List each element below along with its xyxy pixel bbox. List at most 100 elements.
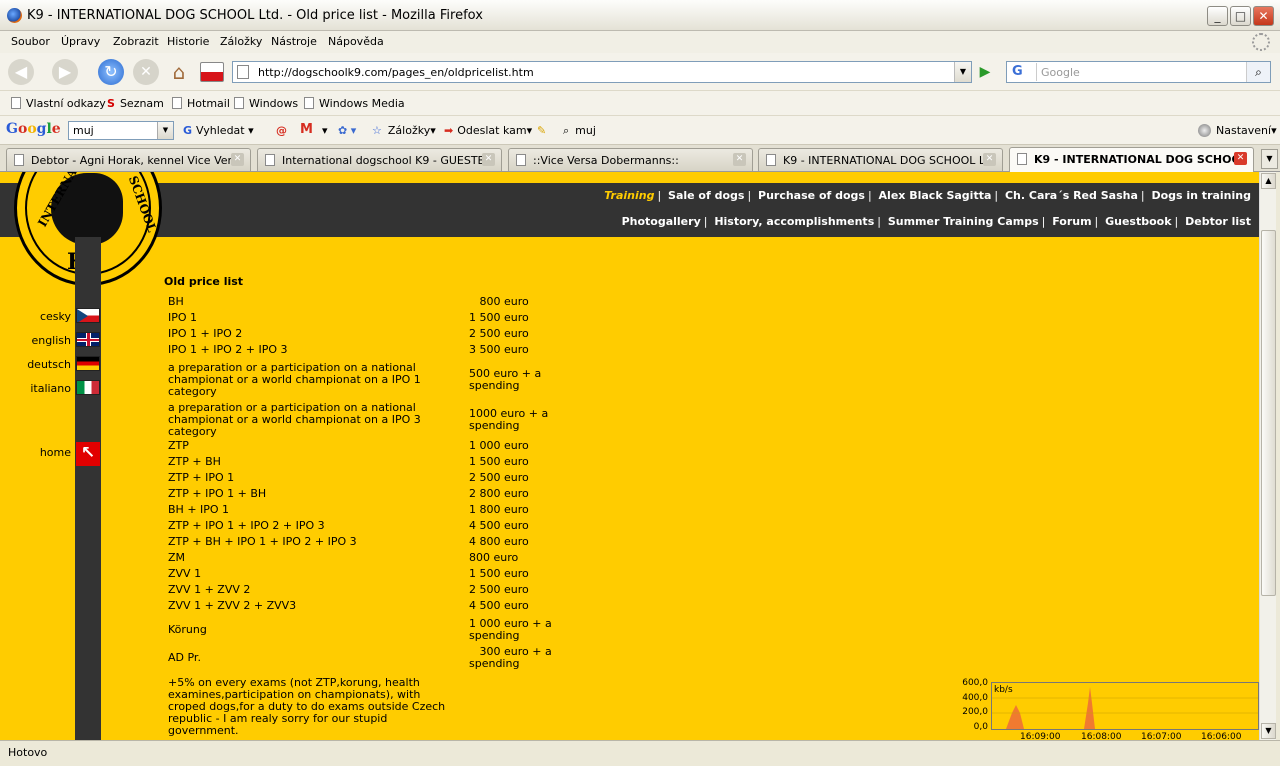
bookmarks-button[interactable]: ☆ Záložky▾ bbox=[372, 124, 436, 137]
scroll-thumb[interactable] bbox=[1261, 230, 1276, 596]
nav-separator: | bbox=[1041, 215, 1046, 228]
lang-italiano[interactable]: italiano bbox=[30, 382, 71, 395]
go-arrow-icon[interactable]: ▶ bbox=[975, 62, 995, 82]
flag-it-icon[interactable] bbox=[76, 380, 100, 395]
gmail-dropdown-icon[interactable]: ▾ bbox=[322, 124, 328, 137]
maximize-button[interactable]: □ bbox=[1230, 6, 1251, 26]
google-query-input[interactable]: muj ▼ bbox=[68, 121, 174, 140]
url-dropdown-icon[interactable]: ▼ bbox=[954, 62, 971, 82]
lang-cesky[interactable]: cesky bbox=[40, 310, 71, 323]
flag-uk-icon[interactable] bbox=[76, 332, 100, 347]
menu-napoveda[interactable]: Nápověda bbox=[328, 35, 384, 48]
nav-alex-black-sagitta[interactable]: Alex Black Sagitta bbox=[879, 189, 992, 202]
price-value: 1 000 euro bbox=[469, 439, 529, 452]
google-logo[interactable]: Google bbox=[6, 121, 61, 137]
price-row: BH + IPO 1 1 800 euro bbox=[164, 504, 564, 520]
settings-button[interactable]: Nastavení▾ bbox=[1198, 124, 1277, 137]
google-search-label: Vyhledat bbox=[196, 124, 245, 137]
close-tab-icon[interactable]: ✕ bbox=[1234, 152, 1247, 165]
price-row: IPO 1 + IPO 2 + IPO 3 3 500 euro bbox=[164, 344, 564, 360]
puzzle-icon[interactable]: ✿ ▾ bbox=[338, 124, 356, 137]
page-icon bbox=[1017, 153, 1027, 165]
nav-guestbook[interactable]: Guestbook bbox=[1105, 215, 1171, 228]
vertical-scrollbar[interactable]: ▲ ▼ bbox=[1259, 172, 1276, 740]
scroll-up-icon[interactable]: ▲ bbox=[1261, 173, 1276, 189]
nav-dogs-in-training[interactable]: Dogs in training bbox=[1151, 189, 1251, 202]
flag-de-icon[interactable] bbox=[76, 356, 100, 371]
tab-label: K9 - INTERNATIONAL DOG SCHOOL Lt... bbox=[783, 154, 983, 167]
price-row: AD Pr. 300 euro + a spending bbox=[164, 644, 564, 672]
search-icon[interactable]: ⌕ bbox=[1246, 62, 1270, 82]
site-nav-primary: Training | Sale of dogs | Purchase of dogs… bbox=[604, 189, 1251, 202]
price-row: ZVV 1 + ZVV 2 2 500 euro bbox=[164, 584, 564, 600]
gmail-icon[interactable]: M bbox=[300, 122, 313, 137]
home-icon[interactable]: ⌂ bbox=[166, 59, 192, 85]
highlighter-icon[interactable]: ✎ bbox=[537, 124, 546, 137]
url-text[interactable]: http://dogschoolk9.com/pages_en/oldprice… bbox=[258, 66, 534, 79]
lang-english[interactable]: english bbox=[31, 334, 71, 347]
price-value: 1 800 euro bbox=[469, 503, 529, 516]
search-box[interactable]: G Google ⌕ bbox=[1006, 61, 1271, 83]
bookmark-windows-media[interactable]: Windows Media bbox=[304, 97, 405, 110]
close-tab-icon[interactable]: ✕ bbox=[983, 153, 996, 166]
tab-list-icon[interactable]: ▼ bbox=[1261, 149, 1278, 169]
tab-debtor[interactable]: Debtor - Agni Horak, kennel Vice Vers...… bbox=[6, 148, 251, 171]
google-engine-icon[interactable]: G bbox=[1009, 63, 1037, 81]
menu-zobrazit[interactable]: Zobrazit bbox=[113, 35, 159, 48]
back-arrow-icon[interactable]: ◀ bbox=[8, 59, 34, 85]
muj-button[interactable]: ⌕ muj bbox=[563, 124, 596, 138]
graph-spike bbox=[1006, 705, 1024, 729]
price-item: ZTP + IPO 1 + IPO 2 + IPO 3 bbox=[168, 519, 325, 532]
page-icon bbox=[265, 154, 275, 166]
nav-debtor-list[interactable]: Debtor list bbox=[1185, 215, 1251, 228]
menu-zalozky[interactable]: Záložky bbox=[220, 35, 262, 48]
send-to-button[interactable]: ➡ Odeslat kam▾ bbox=[444, 124, 532, 137]
search-placeholder[interactable]: Google bbox=[1041, 66, 1080, 79]
nav-training[interactable]: Training bbox=[604, 189, 654, 202]
forward-arrow-icon[interactable]: ▶ bbox=[52, 59, 78, 85]
home-link[interactable]: home bbox=[40, 446, 71, 459]
home-arrow-icon[interactable]: ↖ bbox=[76, 442, 100, 466]
bookmark-windows[interactable]: Windows bbox=[234, 97, 298, 110]
swirl-icon[interactable]: @ bbox=[276, 124, 287, 137]
site-nav-secondary: Photogallery | History, accomplishments | … bbox=[622, 215, 1251, 228]
menu-soubor[interactable]: Soubor bbox=[11, 35, 50, 48]
nav-photogallery[interactable]: Photogallery bbox=[622, 215, 701, 228]
tab-guestbook[interactable]: International dogschool K9 - GUESTBO... ✕ bbox=[257, 148, 502, 171]
nav-separator: | bbox=[877, 215, 881, 228]
flag-cz-icon[interactable] bbox=[200, 62, 224, 82]
nav-red-sasha[interactable]: Ch. Cara´s Red Sasha bbox=[1005, 189, 1138, 202]
price-item: ZVV 1 + ZVV 2 bbox=[168, 583, 251, 596]
minimize-button[interactable]: _ bbox=[1207, 6, 1228, 26]
price-item: a preparation or a participation on a na… bbox=[168, 361, 421, 398]
menu-nastroje[interactable]: Nástroje bbox=[271, 35, 317, 48]
menu-upravy[interactable]: Úpravy bbox=[61, 35, 100, 48]
tab-k9-ltd[interactable]: K9 - INTERNATIONAL DOG SCHOOL Lt... ✕ bbox=[758, 148, 1003, 171]
tab-k9-active[interactable]: K9 - INTERNATIONAL DOG SCHOO... ✕ bbox=[1009, 147, 1254, 172]
bookmark-vlastni-odkazy[interactable]: Vlastní odkazy bbox=[11, 97, 106, 110]
flag-cz-icon[interactable] bbox=[76, 308, 100, 323]
chevron-down-icon[interactable]: ▼ bbox=[157, 122, 173, 139]
menu-historie[interactable]: Historie bbox=[167, 35, 209, 48]
reload-icon[interactable]: ↻ bbox=[98, 59, 124, 85]
scroll-down-icon[interactable]: ▼ bbox=[1261, 723, 1276, 739]
close-tab-icon[interactable]: ✕ bbox=[482, 153, 495, 166]
stop-icon[interactable]: ✕ bbox=[133, 59, 159, 85]
nav-history[interactable]: History, accomplishments bbox=[714, 215, 874, 228]
bookmark-hotmail[interactable]: Hotmail bbox=[172, 97, 230, 110]
send-arrow-icon: ➡ bbox=[444, 124, 454, 137]
close-tab-icon[interactable]: ✕ bbox=[733, 153, 746, 166]
nav-purchase-of-dogs[interactable]: Purchase of dogs bbox=[758, 189, 865, 202]
nav-summer-camps[interactable]: Summer Training Camps bbox=[888, 215, 1039, 228]
google-query-value[interactable]: muj bbox=[73, 124, 94, 137]
bandwidth-graph: 600,0 400,0 200,0 0,0 kb/s 16:09:00 16:0… bbox=[956, 678, 1259, 740]
bookmark-seznam[interactable]: S Seznam bbox=[107, 97, 164, 110]
nav-sale-of-dogs[interactable]: Sale of dogs bbox=[668, 189, 744, 202]
url-bar[interactable]: http://dogschoolk9.com/pages_en/oldprice… bbox=[232, 61, 972, 83]
nav-forum[interactable]: Forum bbox=[1052, 215, 1091, 228]
tab-vice-versa[interactable]: ::Vice Versa Dobermanns:: ✕ bbox=[508, 148, 753, 171]
google-search-button[interactable]: G Vyhledat ▾ bbox=[183, 124, 254, 137]
close-tab-icon[interactable]: ✕ bbox=[231, 153, 244, 166]
lang-deutsch[interactable]: deutsch bbox=[27, 358, 71, 371]
close-window-button[interactable]: ✕ bbox=[1253, 6, 1274, 26]
